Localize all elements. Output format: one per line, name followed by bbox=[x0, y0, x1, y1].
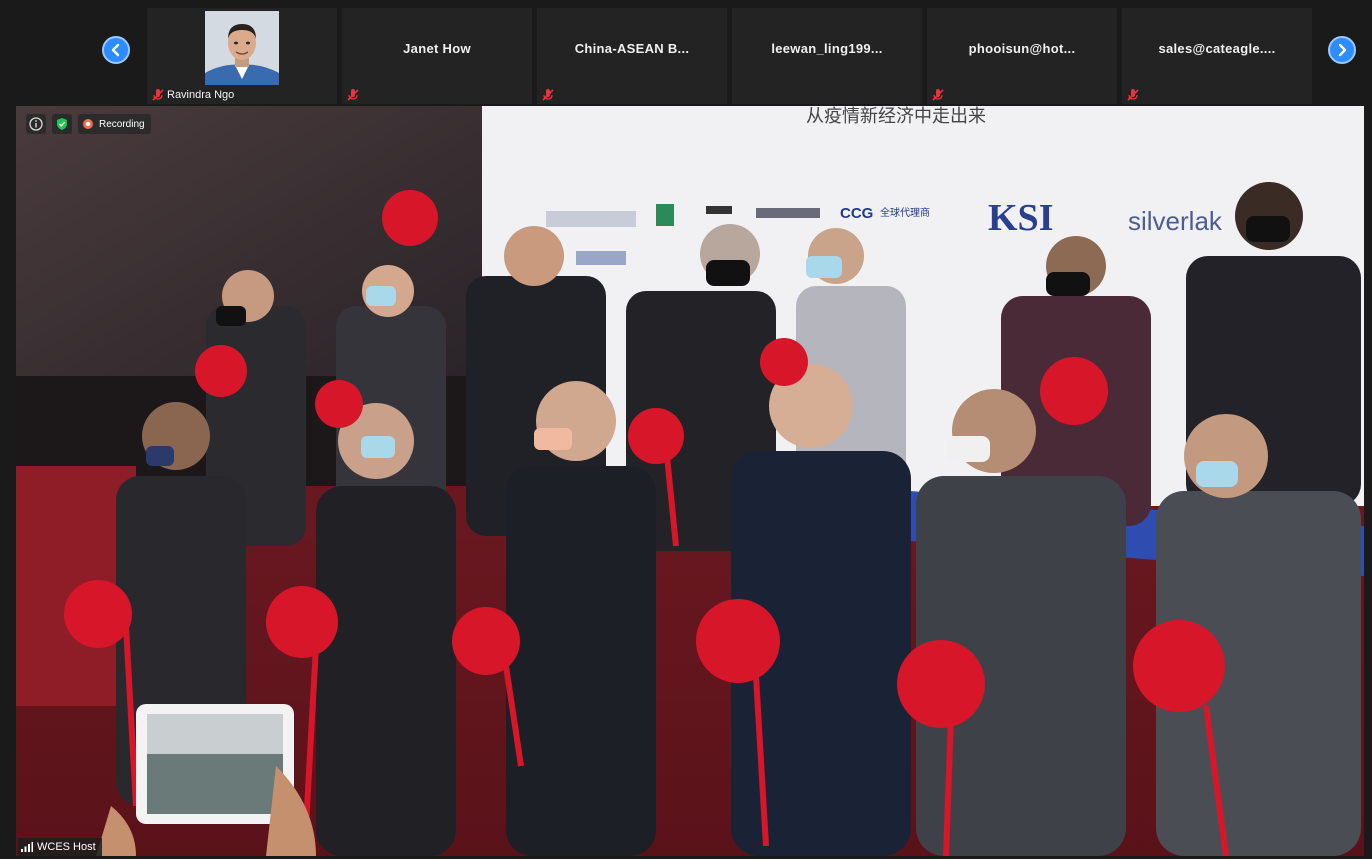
meeting-info-badges: Recording bbox=[26, 114, 151, 134]
prev-page-button[interactable] bbox=[102, 36, 130, 64]
participant-name: sales@cateagle.... bbox=[1158, 41, 1276, 56]
chevron-right-icon bbox=[1338, 43, 1347, 57]
logo-silverlake: silverlak bbox=[1128, 206, 1223, 236]
muted-mic-icon bbox=[1127, 89, 1139, 101]
person-photo-icon bbox=[205, 11, 279, 85]
event-scene: 从疫情新经济中走出来 CCG 全球代理商 KSI silverlak bbox=[16, 106, 1364, 856]
chevron-left-icon bbox=[111, 43, 120, 57]
info-icon bbox=[29, 117, 43, 131]
logo-ccg-cn: 全球代理商 bbox=[880, 206, 930, 219]
speaker-name-label: WCES Host bbox=[18, 838, 102, 856]
participant-tile-ravindra[interactable]: Ravindra Ngo bbox=[147, 8, 337, 104]
participant-name: Janet How bbox=[403, 41, 471, 56]
participant-name: phooisun@hot... bbox=[968, 41, 1076, 56]
muted-mic-icon bbox=[347, 89, 359, 101]
logo-ccg: CCG bbox=[840, 205, 873, 222]
recording-indicator[interactable]: Recording bbox=[78, 114, 151, 134]
participant-name: leewan_ling199... bbox=[771, 41, 883, 56]
recording-label: Recording bbox=[99, 118, 145, 130]
muted-mic-icon bbox=[932, 89, 944, 101]
participant-tile[interactable]: leewan_ling199... bbox=[732, 8, 922, 104]
muted-mic-icon bbox=[542, 89, 554, 101]
main-video[interactable]: 从疫情新经济中走出来 CCG 全球代理商 KSI silverlak Recor… bbox=[16, 106, 1364, 856]
participant-tile[interactable]: China-ASEAN B... bbox=[537, 8, 727, 104]
logo-ksi: KSI bbox=[988, 197, 1053, 239]
participant-tile[interactable]: Janet How bbox=[342, 8, 532, 104]
shield-icon bbox=[57, 118, 67, 130]
muted-mic-icon bbox=[152, 89, 164, 101]
encryption-badge[interactable] bbox=[52, 114, 72, 134]
participant-strip: Ravindra Ngo Janet How China-ASEAN B... … bbox=[0, 0, 1372, 104]
participant-tile[interactable]: phooisun@hot... bbox=[927, 8, 1117, 104]
participant-label: Ravindra Ngo bbox=[167, 89, 235, 101]
next-page-button[interactable] bbox=[1328, 36, 1356, 64]
info-button[interactable] bbox=[26, 114, 46, 134]
participant-video-thumb bbox=[205, 11, 279, 85]
host-name: WCES Host bbox=[37, 841, 96, 853]
participant-name: China-ASEAN B... bbox=[574, 41, 690, 56]
backdrop-headline: 从疫情新经济中走出来 bbox=[806, 106, 986, 127]
recording-icon bbox=[83, 119, 93, 129]
participant-tile[interactable]: sales@cateagle.... bbox=[1122, 8, 1312, 104]
signal-bars-icon bbox=[21, 842, 33, 852]
